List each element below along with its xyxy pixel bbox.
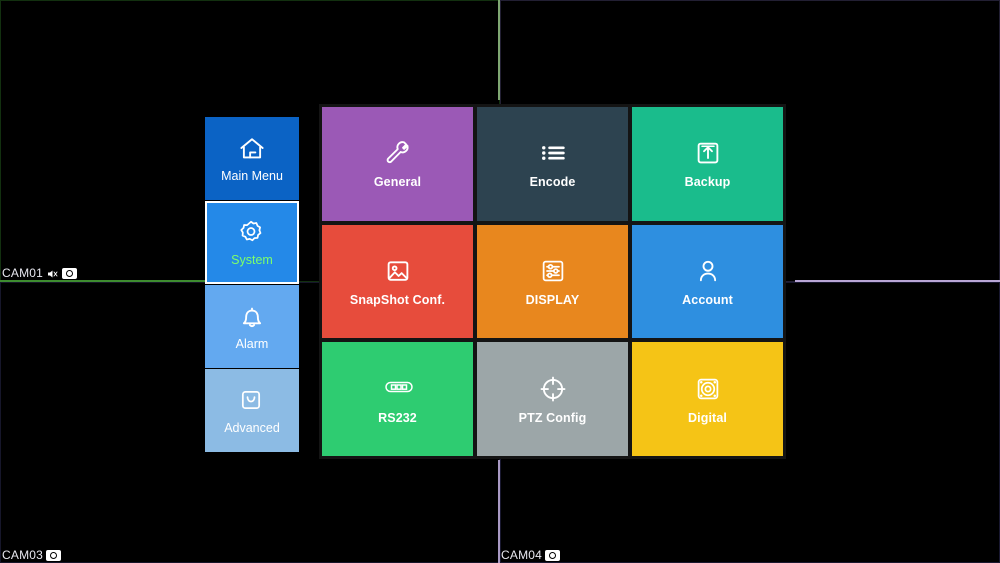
camera-name: CAM04 [501, 548, 543, 562]
menu-tile-grid: General Encode Backup SnapShot Conf. DIS… [319, 104, 786, 459]
sidebar-item-system[interactable]: System [205, 201, 299, 284]
sidebar-item-advanced[interactable]: Advanced [205, 369, 299, 452]
camera-name: CAM01 [2, 266, 44, 280]
sidebar-item-label: Advanced [224, 421, 280, 435]
sidebar-item-alarm[interactable]: Alarm [205, 285, 299, 368]
image-icon [383, 256, 413, 286]
tile-label: Encode [529, 175, 576, 190]
tile-label: DISPLAY [525, 292, 580, 307]
upload-icon [693, 138, 723, 168]
tile-account[interactable]: Account [632, 224, 783, 339]
sidebar-item-main-menu[interactable]: Main Menu [205, 117, 299, 200]
tile-label: RS232 [378, 410, 417, 425]
divider-vertical-bottom [498, 460, 500, 563]
camera-icon [46, 550, 62, 561]
tile-snapshot-conf[interactable]: SnapShot Conf. [322, 224, 473, 339]
tile-display[interactable]: DISPLAY [477, 224, 628, 339]
divider-horizontal-left [0, 280, 214, 282]
speaker-icon [693, 374, 723, 404]
sidebar-item-label: Main Menu [221, 169, 283, 183]
camera-osd-label-cam04: CAM04 [501, 548, 561, 562]
camera-icon [62, 268, 78, 279]
toolbox-icon [237, 386, 267, 416]
divider-vertical-top [498, 0, 500, 100]
divider-horizontal-right [795, 280, 1000, 282]
sidebar: Main Menu System Alarm Advanced [205, 117, 299, 453]
sidebar-item-label: Alarm [235, 337, 269, 351]
camera-osd-label-cam03: CAM03 [2, 548, 62, 562]
tile-ptz-config[interactable]: PTZ Config [477, 342, 628, 456]
sliders-icon [538, 256, 568, 286]
sidebar-item-label: System [231, 253, 273, 267]
tile-rs232[interactable]: RS232 [322, 342, 473, 456]
gear-icon [237, 218, 267, 248]
bell-icon [237, 302, 267, 332]
tile-label: Digital [688, 410, 727, 425]
mute-icon [46, 268, 59, 280]
tile-label: SnapShot Conf. [349, 292, 446, 307]
tile-label: General [373, 175, 422, 190]
tile-encode[interactable]: Encode [477, 107, 628, 221]
serial-icon [383, 374, 413, 404]
camera-osd-label-cam01: CAM01 [2, 266, 78, 280]
tile-digital[interactable]: Digital [632, 342, 783, 456]
tile-backup[interactable]: Backup [632, 107, 783, 221]
tile-general[interactable]: General [322, 107, 473, 221]
user-icon [693, 256, 723, 286]
camera-name: CAM03 [2, 548, 44, 562]
list-icon [538, 138, 568, 168]
tile-label: Account [682, 292, 733, 307]
tile-label: Backup [684, 175, 731, 190]
main-menu-overlay: Main Menu System Alarm Advanced General … [205, 104, 790, 459]
home-icon [237, 134, 267, 164]
camera-icon [545, 550, 561, 561]
tile-label: PTZ Config [518, 410, 587, 425]
crosshair-icon [538, 374, 568, 404]
wrench-icon [383, 138, 413, 168]
